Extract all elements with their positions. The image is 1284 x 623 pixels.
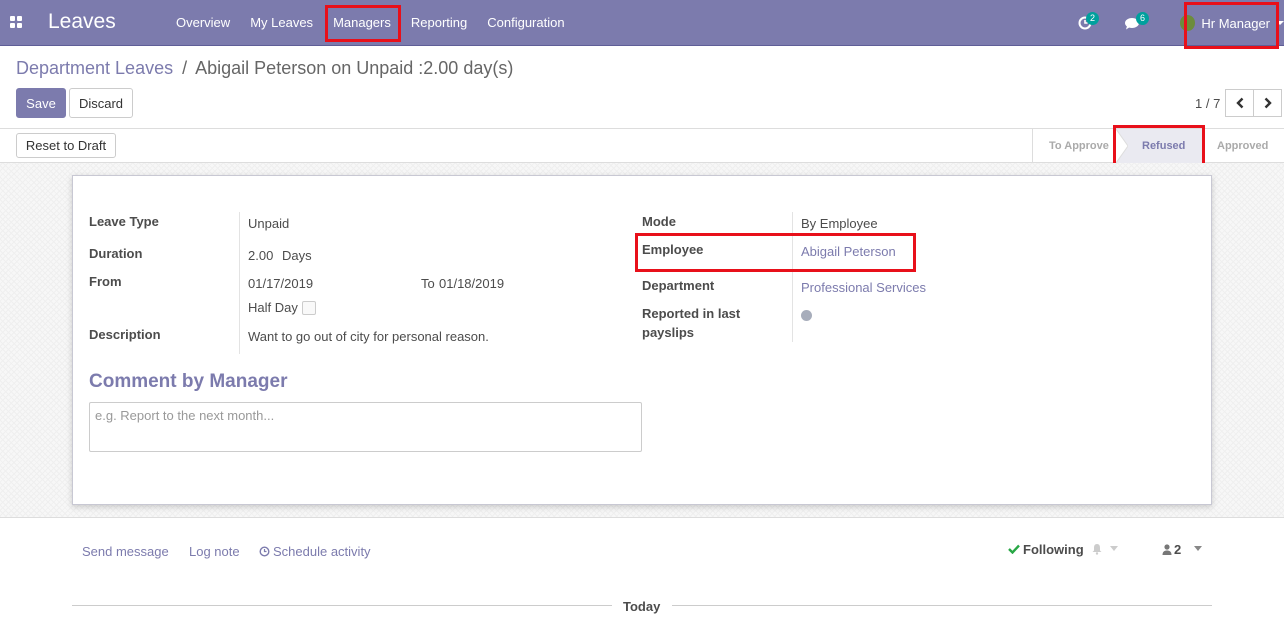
- message-badge: 6: [1136, 12, 1150, 25]
- check-icon: [1008, 544, 1020, 555]
- duration-label: Duration: [89, 246, 143, 261]
- menu-my-leaves[interactable]: My Leaves: [240, 0, 323, 46]
- mode-field[interactable]: By Employee: [801, 216, 878, 231]
- today-divider-right: [672, 605, 1212, 606]
- duration-field[interactable]: 2.00: [248, 248, 273, 263]
- stage-refused-label: Refused: [1142, 140, 1186, 152]
- employee-field[interactable]: Abigail Peterson: [801, 244, 896, 259]
- menu-configuration[interactable]: Configuration: [477, 0, 574, 46]
- half-day-checkbox[interactable]: [302, 301, 316, 315]
- breadcrumb: Department Leaves / Abigail Peterson on …: [16, 58, 513, 79]
- following-label: Following: [1023, 542, 1084, 557]
- employee-label: Employee: [642, 242, 704, 257]
- app-brand[interactable]: Leaves: [48, 10, 116, 34]
- from-date-field[interactable]: 01/17/2019: [248, 276, 313, 291]
- stage-approved[interactable]: Approved: [1217, 129, 1268, 163]
- apps-menu-icon[interactable]: [10, 16, 22, 28]
- followers-count: 2: [1174, 542, 1182, 557]
- clock-icon: [259, 546, 270, 557]
- activity-badge: 2: [1086, 12, 1100, 25]
- stage-to-approve[interactable]: To Approve: [1049, 129, 1109, 163]
- stage-refused[interactable]: Refused: [1116, 129, 1202, 163]
- messaging-menu[interactable]: 6: [1120, 0, 1156, 46]
- department-field[interactable]: Professional Services: [801, 280, 926, 295]
- activity-menu[interactable]: 2: [1074, 0, 1108, 46]
- menu-overview[interactable]: Overview: [166, 0, 240, 46]
- chevron-right-icon: [1264, 97, 1272, 109]
- pager-value[interactable]: 1 / 7: [1195, 96, 1220, 111]
- menu-managers[interactable]: Managers: [323, 0, 401, 46]
- half-day-label: Half Day: [248, 300, 298, 315]
- reset-to-draft-button[interactable]: Reset to Draft: [16, 133, 116, 158]
- department-label: Department: [642, 278, 715, 293]
- chevron-down-icon: [1276, 21, 1284, 25]
- discard-button[interactable]: Discard: [69, 88, 133, 118]
- user-menu[interactable]: Hr Manager: [1180, 0, 1284, 46]
- statusbar-divider: [1032, 129, 1033, 163]
- comment-section-title: Comment by Manager: [89, 371, 288, 392]
- to-date-field[interactable]: 01/18/2019: [439, 276, 504, 291]
- description-label: Description: [89, 327, 161, 342]
- send-message-button[interactable]: Send message: [82, 544, 169, 559]
- schedule-activity-label: Schedule activity: [273, 544, 371, 559]
- bell-icon[interactable]: [1091, 543, 1103, 555]
- mode-label: Mode: [642, 214, 676, 229]
- followers-button[interactable]: 2: [1162, 542, 1181, 557]
- schedule-activity-button[interactable]: Schedule activity: [259, 544, 371, 559]
- save-button[interactable]: Save: [16, 88, 66, 118]
- breadcrumb-current: Abigail Peterson on Unpaid :2.00 day(s): [195, 58, 514, 78]
- reported-label-line2: payslips: [642, 325, 695, 340]
- followers-caret-icon[interactable]: [1194, 546, 1202, 551]
- form-statusbar: Reset to Draft To Approve Refused Approv…: [0, 128, 1284, 163]
- pager-next-button[interactable]: [1253, 89, 1282, 117]
- menu-reporting[interactable]: Reporting: [401, 0, 477, 46]
- left-group-separator: [239, 212, 240, 354]
- user-icon: [1162, 544, 1172, 555]
- main-menu: Overview My Leaves Managers Reporting Co…: [166, 0, 575, 46]
- user-name: Hr Manager: [1201, 15, 1270, 31]
- today-separator-label: Today: [623, 599, 661, 614]
- breadcrumb-parent[interactable]: Department Leaves: [16, 58, 173, 78]
- manager-comment-input[interactable]: [89, 402, 642, 452]
- following-button[interactable]: Following: [1008, 542, 1084, 557]
- from-label: From: [89, 274, 122, 289]
- log-note-button[interactable]: Log note: [189, 544, 240, 559]
- notification-caret-icon[interactable]: [1110, 546, 1118, 551]
- user-avatar: [1180, 15, 1196, 31]
- reported-label-line1: Reported in last: [642, 306, 741, 321]
- breadcrumb-separator: /: [182, 58, 188, 78]
- leave-type-label: Leave Type: [89, 214, 159, 229]
- leave-type-field[interactable]: Unpaid: [248, 216, 289, 231]
- today-divider-left: [72, 605, 612, 606]
- description-field[interactable]: Want to go out of city for personal reas…: [248, 329, 489, 344]
- pager-previous-button[interactable]: [1225, 89, 1254, 117]
- stage-arrow-icon: [1116, 129, 1128, 163]
- right-group-separator: [792, 212, 793, 342]
- reported-status-dot: [801, 310, 812, 321]
- duration-unit: Days: [282, 248, 312, 263]
- chevron-left-icon: [1235, 97, 1243, 109]
- top-navbar: Leaves Overview My Leaves Managers Repor…: [0, 0, 1284, 46]
- to-label: To: [421, 276, 435, 291]
